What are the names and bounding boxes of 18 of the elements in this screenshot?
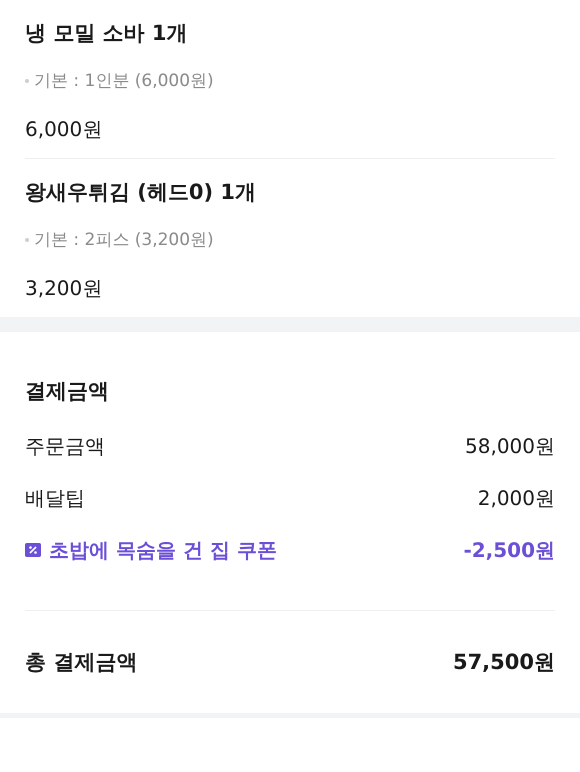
row-label: 초밥에 목숨을 건 집 쿠폰 (49, 536, 277, 564)
row-amount: 2,000원 (478, 484, 555, 512)
bullet-icon (25, 79, 29, 83)
coupon-icon (25, 543, 41, 557)
item-name: 왕새우튀김 (헤드0) 1개 (25, 179, 256, 206)
item-price: 3,200원 (25, 275, 102, 302)
row-label: 배달팁 (25, 484, 85, 512)
bullet-icon (25, 238, 29, 242)
row-amount: 58,000원 (465, 432, 555, 460)
row-amount: -2,500원 (463, 536, 555, 564)
total-label: 총 결제금액 (25, 649, 138, 676)
section-title: 결제금액 (25, 378, 109, 405)
item-name: 냉 모밀 소바 1개 (25, 20, 188, 47)
item-option: 기본 : 2피스 (3,200원) (34, 227, 214, 253)
item-option: 기본 : 1인분 (6,000원) (34, 68, 214, 94)
total-amount: 57,500원 (452, 649, 555, 676)
row-label: 주문금액 (25, 432, 105, 460)
item-price: 6,000원 (25, 116, 102, 143)
